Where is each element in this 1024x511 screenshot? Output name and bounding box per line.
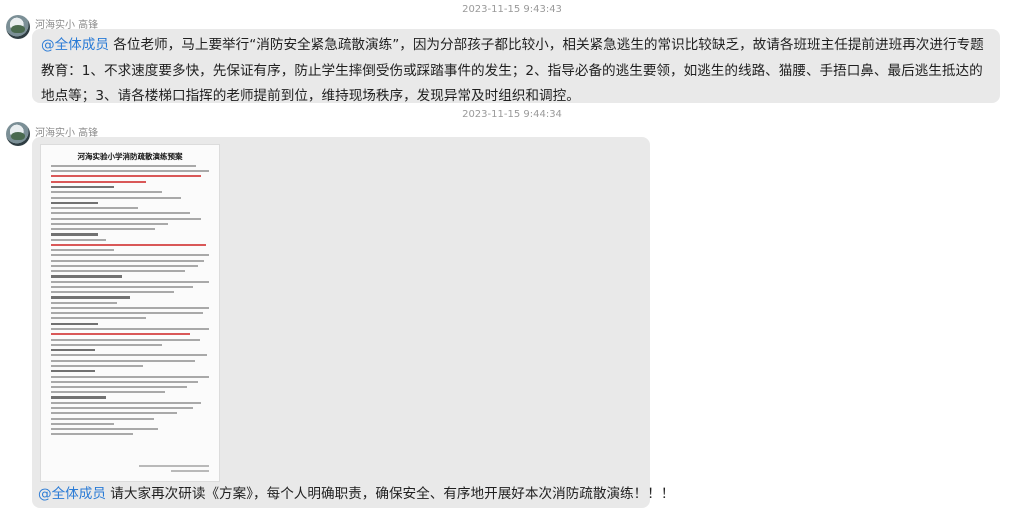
document-footer	[139, 464, 209, 475]
message-bubble-2[interactable]: 河海实验小学消防疏散演练预案 @全体成员 请大家再次研读《方案》，每个人明确职责…	[32, 137, 674, 508]
mention-all[interactable]: @全体成员	[41, 37, 109, 53]
document-body	[51, 165, 209, 459]
avatar[interactable]	[6, 122, 30, 146]
message-text-2: @全体成员 请大家再次研读《方案》，每个人明确职责，确保安全、有序地开展好本次消…	[38, 482, 674, 508]
avatar[interactable]	[6, 15, 30, 39]
message-bubble-1[interactable]: @全体成员 各位老师，马上要举行“消防安全紧急疏散演练”，因为分部孩子都比较小，…	[32, 29, 1000, 104]
timestamp-1: 2023-11-15 9:43:43	[462, 4, 562, 15]
document-title: 河海实验小学消防疏散演练预案	[77, 152, 183, 161]
message-body-1: 各位老师，马上要举行“消防安全紧急疏散演练”，因为分部孩子都比较小，相关紧急逃生…	[41, 37, 984, 104]
message-body-2: 请大家再次研读《方案》，每个人明确职责，确保安全、有序地开展好本次消防疏散演练！…	[105, 486, 675, 502]
message-text-1: @全体成员 各位老师，马上要举行“消防安全紧急疏散演练”，因为分部孩子都比较小，…	[41, 33, 993, 110]
document-image[interactable]: 河海实验小学消防疏散演练预案	[40, 144, 220, 482]
timestamp-2: 2023-11-15 9:44:34	[462, 109, 562, 120]
mention-all[interactable]: @全体成员	[38, 486, 106, 502]
